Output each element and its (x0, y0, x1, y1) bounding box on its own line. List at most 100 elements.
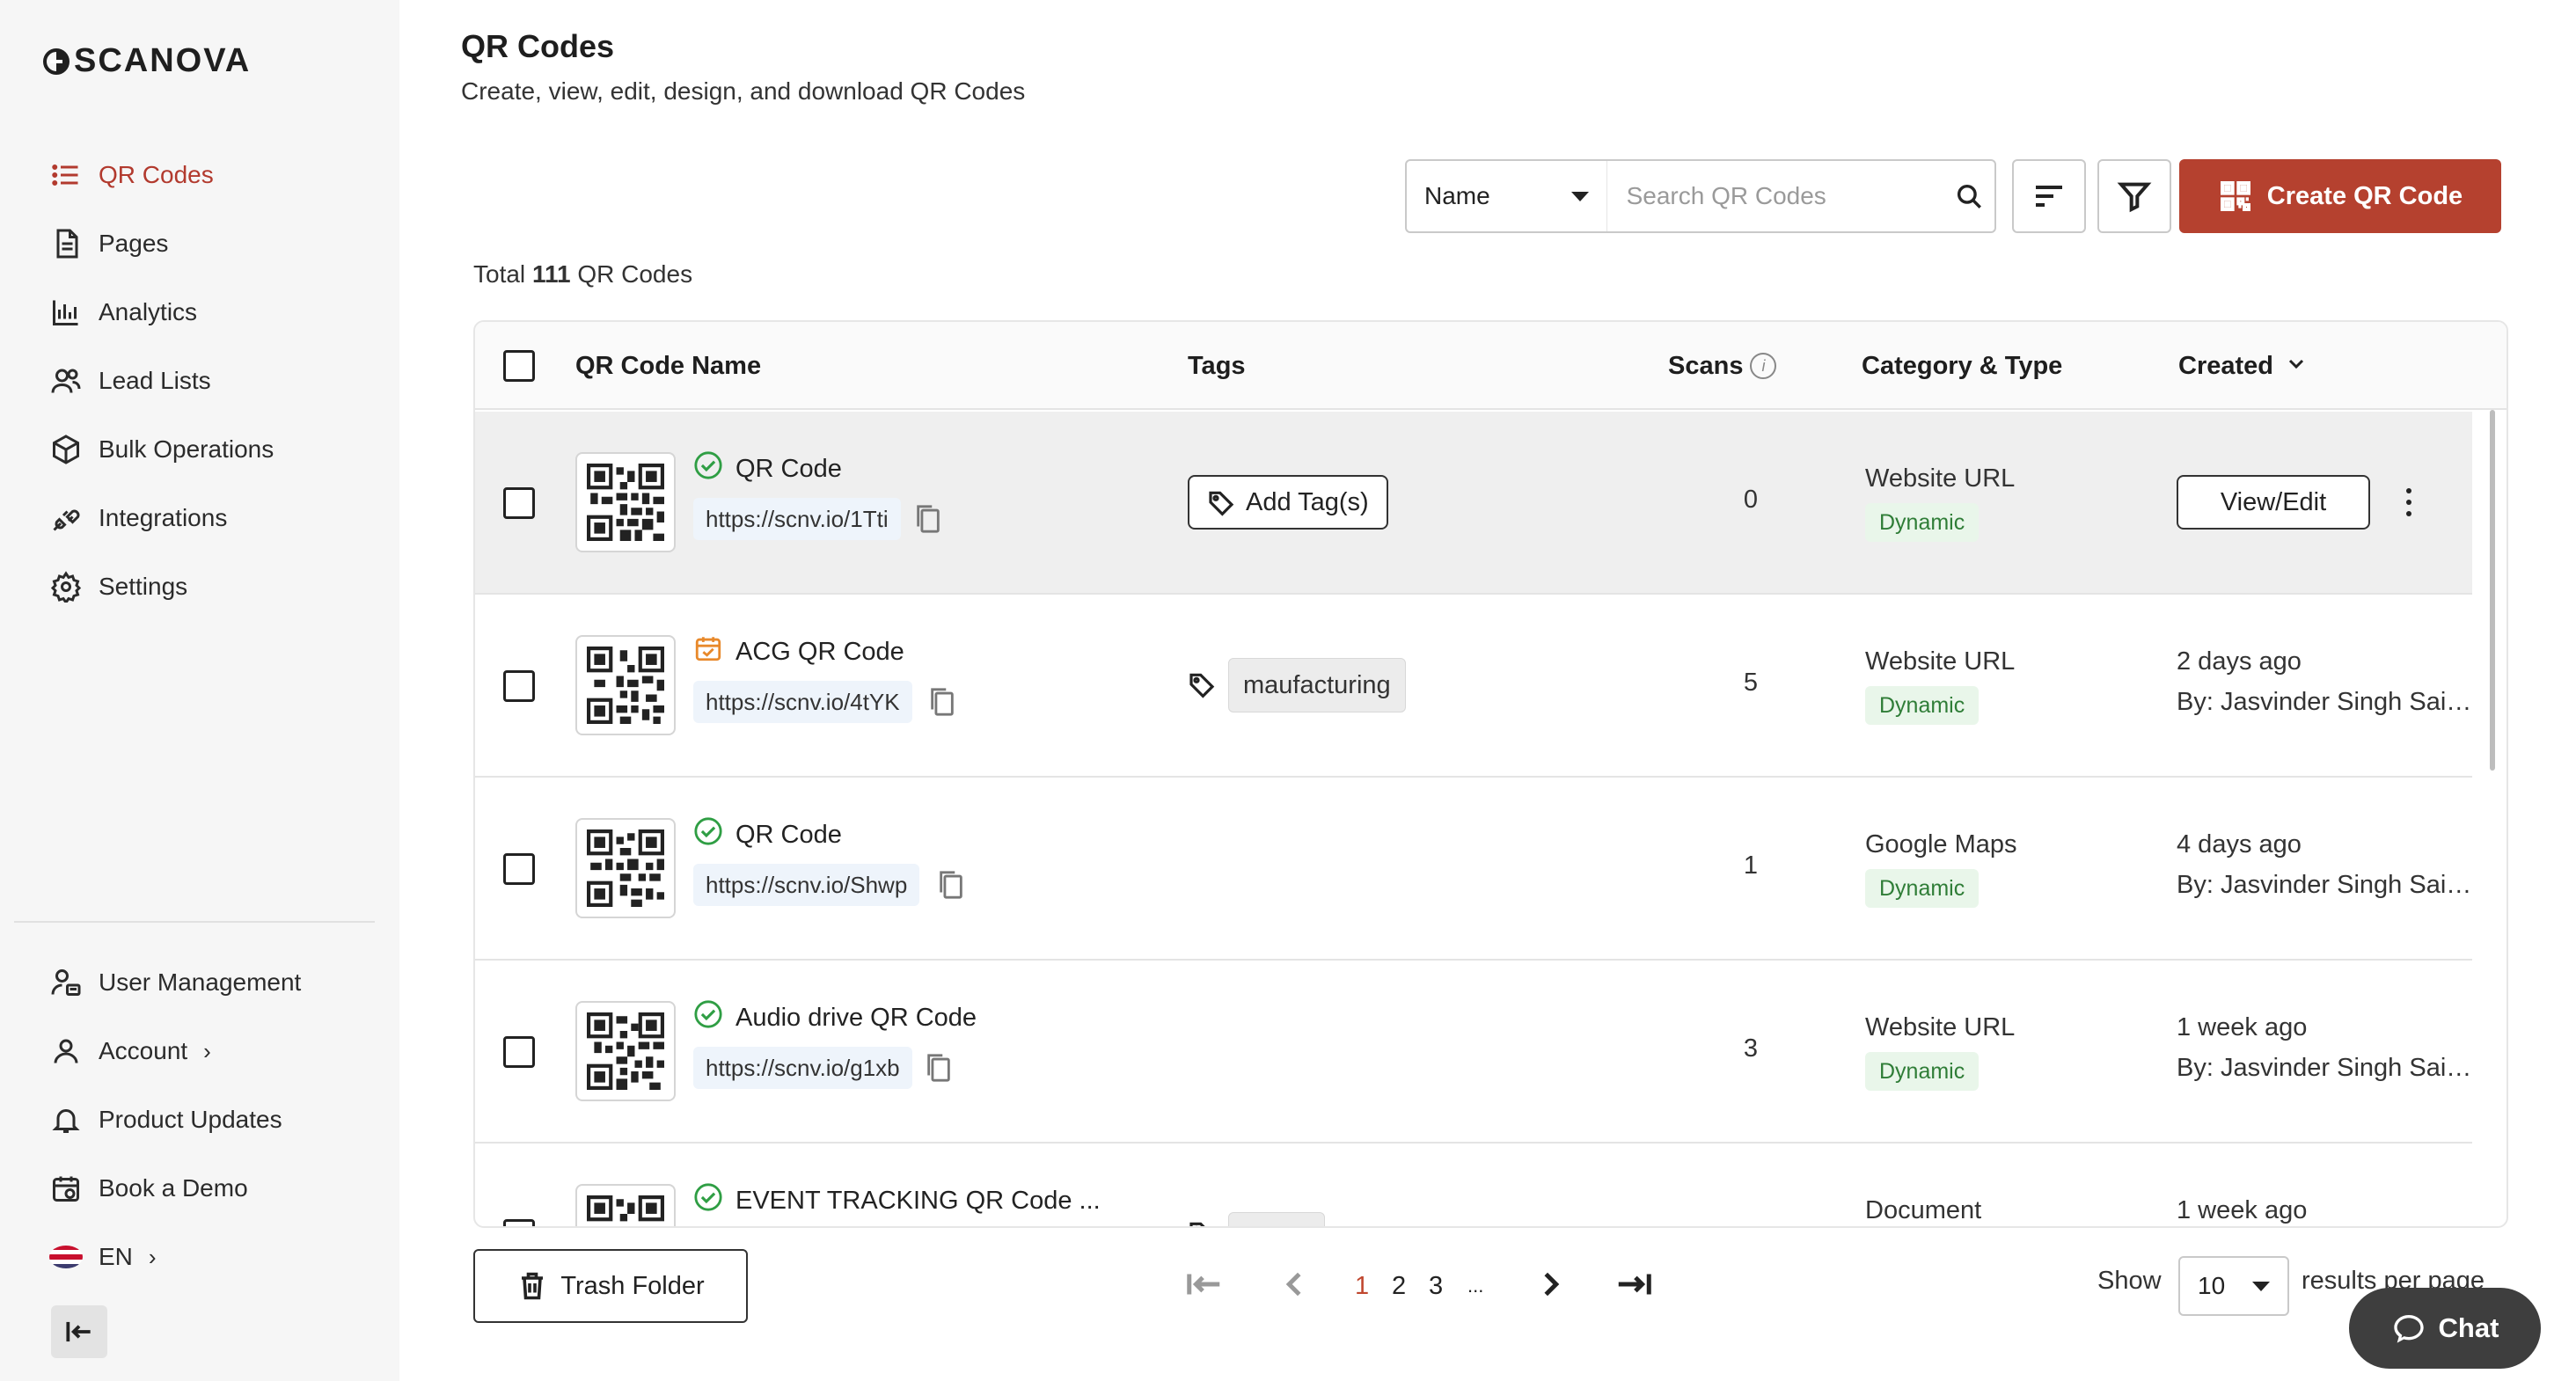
search-input[interactable] (1606, 182, 1944, 210)
sidebar-item-settings[interactable]: Settings (0, 552, 399, 621)
qr-name[interactable]: EVENT TRACKING QR Code ... (735, 1187, 1101, 1216)
qr-category: Website URL (1865, 464, 2016, 493)
qr-name[interactable]: QR Code (735, 455, 842, 484)
last-page-icon (1614, 1264, 1654, 1309)
copy-icon[interactable] (938, 870, 964, 900)
sidebar-item-integrations[interactable]: Integrations (0, 484, 399, 552)
search-box: Name (1405, 159, 1996, 233)
page-1[interactable]: 1 (1355, 1260, 1369, 1312)
first-page-button[interactable] (1184, 1260, 1225, 1312)
caret-down-icon (2252, 1281, 2270, 1291)
sidebar-item-qr-codes[interactable]: QR Codes (0, 141, 399, 209)
qr-name[interactable]: Audio drive QR Code (735, 1004, 977, 1033)
select-all-checkbox[interactable] (503, 350, 535, 382)
page-number: 1 (1355, 1271, 1370, 1300)
sidebar-item-label: Account (99, 1037, 188, 1064)
scanova-logo[interactable]: SCANOVA (42, 42, 251, 80)
qr-name[interactable]: ACG QR Code (735, 638, 904, 667)
sidebar-item-pages[interactable]: Pages (0, 209, 399, 278)
sort-button[interactable] (2012, 159, 2086, 233)
view-edit-button[interactable]: View/Edit (2177, 475, 2370, 530)
sidebar-item-account[interactable]: Account › (0, 1017, 399, 1085)
total-number: 111 (531, 260, 571, 288)
sidebar-item-label: Book a Demo (99, 1174, 248, 1202)
chevron-right-icon: › (148, 1243, 157, 1270)
short-url[interactable]: https://scnv.io/4tYK (693, 681, 912, 723)
qr-name[interactable]: QR Code (735, 821, 842, 850)
copy-icon[interactable] (926, 1053, 952, 1083)
tag-chip[interactable] (1228, 1212, 1325, 1226)
qr-thumbnail[interactable] (575, 818, 676, 918)
row-checkbox[interactable] (503, 853, 535, 885)
search-icon[interactable] (1944, 170, 1994, 223)
row-checkbox[interactable] (503, 1036, 535, 1068)
sidebar-item-label: Bulk Operations (99, 435, 274, 463)
scans-header-label: Scans (1668, 351, 1744, 380)
tag-chip[interactable]: maufacturing (1228, 658, 1406, 712)
last-page-button[interactable] (1614, 1260, 1654, 1312)
chat-button[interactable]: Chat (2349, 1288, 2541, 1369)
page-2[interactable]: 2 (1392, 1260, 1406, 1312)
trash-folder-button[interactable]: Trash Folder (473, 1249, 748, 1323)
collapse-sidebar-button[interactable] (51, 1305, 107, 1358)
next-page-button[interactable] (1531, 1260, 1571, 1312)
language-selector[interactable]: EN › (0, 1223, 399, 1291)
qr-thumbnail[interactable] (575, 1001, 676, 1101)
previous-page-button[interactable] (1274, 1260, 1314, 1312)
qr-thumbnail[interactable] (575, 452, 676, 552)
sidebar-item-bulk-operations[interactable]: Bulk Operations (0, 415, 399, 484)
qr-code-image-icon (587, 647, 664, 724)
table-row[interactable]: QR Code https://scnv.io/1Tti Add Tag(s) … (475, 412, 2472, 595)
row-checkbox[interactable] (503, 1219, 535, 1226)
short-url[interactable]: https://scnv.io/Shwp (693, 864, 920, 906)
select-all-cell (503, 322, 535, 410)
qr-code-icon (2220, 181, 2250, 211)
scan-count: 3 (1743, 1034, 1759, 1063)
qr-codes-table: QR Code Name Tags Scans i Category & Typ… (473, 320, 2508, 1228)
created-by: By: Jasvinder Singh Saini ... (2177, 1054, 2472, 1082)
page-3[interactable]: 3 (1429, 1260, 1443, 1312)
sidebar-item-product-updates[interactable]: Product Updates (0, 1085, 399, 1154)
table-row[interactable]: EVENT TRACKING QR Code ... Document 1 we… (475, 1144, 2472, 1226)
calendar-icon (49, 1172, 83, 1205)
more-options-icon[interactable] (2391, 475, 2426, 530)
table-row[interactable]: Audio drive QR Code https://scnv.io/g1xb… (475, 961, 2472, 1144)
sidebar-item-book-demo[interactable]: Book a Demo (0, 1154, 399, 1223)
active-status-icon (693, 999, 723, 1036)
short-url[interactable]: https://scnv.io/g1xb (693, 1047, 912, 1089)
sidebar-item-user-management[interactable]: User Management (0, 948, 399, 1017)
sidebar-item-label: Lead Lists (99, 367, 211, 394)
qr-type-badge: Dynamic (1865, 1052, 1980, 1091)
scan-count: 0 (1743, 486, 1759, 514)
copy-icon[interactable] (915, 504, 941, 534)
qr-thumbnail[interactable] (575, 1184, 676, 1226)
qr-thumbnail[interactable] (575, 635, 676, 735)
filter-button[interactable] (2097, 159, 2171, 233)
copy-icon[interactable] (929, 687, 955, 717)
column-header-created[interactable]: Created (2178, 322, 2307, 410)
row-checkbox[interactable] (503, 487, 535, 519)
row-checkbox[interactable] (503, 670, 535, 702)
table-scrollbar[interactable] (2490, 410, 2495, 771)
search-field-select[interactable]: Name (1407, 161, 1607, 231)
created-by: By: Jasvinder Singh Saini ... (2177, 688, 2472, 716)
sidebar: SCANOVA QR Codes Pages Analytics Lead Li… (0, 0, 399, 1381)
gear-icon (49, 570, 83, 603)
scan-count: 1 (1743, 851, 1759, 880)
short-url[interactable]: https://scnv.io/1Tti (693, 498, 901, 540)
tag-icon (1209, 491, 1234, 516)
chevron-down-icon (2273, 352, 2307, 381)
page-size-value: 10 (2198, 1272, 2226, 1299)
table-row[interactable]: ACG QR Code https://scnv.io/4tYK maufact… (475, 595, 2472, 778)
tag-icon (1188, 1219, 1218, 1226)
sidebar-item-lead-lists[interactable]: Lead Lists (0, 347, 399, 415)
create-qr-code-button[interactable]: Create QR Code (2179, 159, 2501, 233)
column-header-scans: Scans i (1668, 322, 1777, 410)
info-icon[interactable]: i (1750, 353, 1777, 379)
caret-down-icon (1570, 191, 1589, 201)
sidebar-item-analytics[interactable]: Analytics (0, 278, 399, 347)
active-status-icon (693, 1182, 723, 1219)
add-tags-button[interactable]: Add Tag(s) (1188, 475, 1388, 530)
page-size-select[interactable]: 10 (2178, 1256, 2289, 1316)
table-row[interactable]: QR Code https://scnv.io/Shwp 1 Google Ma… (475, 778, 2472, 961)
